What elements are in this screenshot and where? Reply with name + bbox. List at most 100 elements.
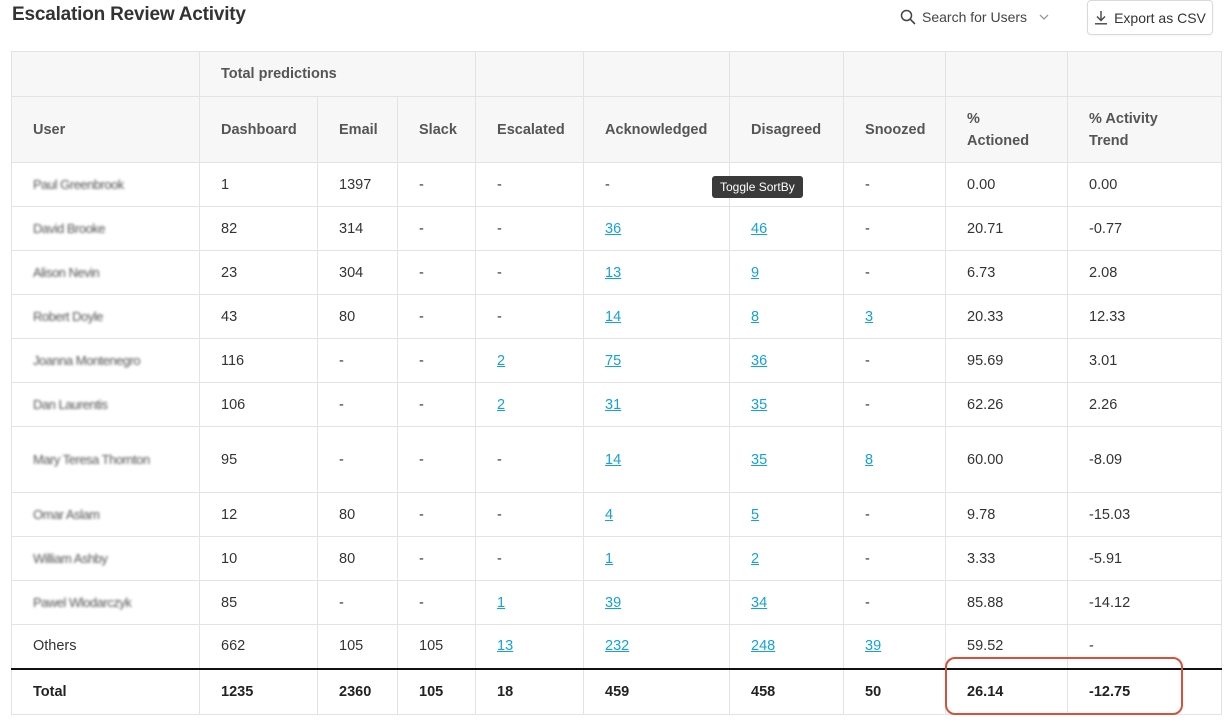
cell-acknowledged: 1 (583, 536, 731, 581)
total-snoozed: 50 (843, 667, 947, 715)
cell-trend: -5.91 (1067, 536, 1223, 581)
acknowledged-count-link[interactable]: 13 (605, 265, 621, 281)
escalated-count-link[interactable]: 13 (497, 638, 513, 654)
user-name: Alison Nevin (33, 264, 100, 280)
escalated-count-link[interactable]: 2 (497, 397, 505, 413)
cell-dashboard: 82 (199, 206, 318, 251)
acknowledged-count-link[interactable]: 14 (605, 309, 621, 325)
disagreed-count-link[interactable]: 5 (751, 507, 759, 523)
cell-email: 80 (317, 294, 398, 339)
user-name: David Brooke (33, 220, 106, 236)
total-trend: -12.75 (1067, 667, 1223, 715)
user-name: Pawel Wlodarczyk (33, 594, 132, 610)
page-title: Escalation Review Activity (12, 4, 246, 25)
cell-snoozed: 3 (843, 294, 947, 339)
cell-dashboard: 106 (199, 382, 318, 427)
disagreed-count-link[interactable]: 36 (751, 353, 767, 369)
col-header-disagreed[interactable]: Disagreed (729, 96, 845, 163)
cell-email: - (317, 580, 398, 625)
total-dashboard: 1235 (199, 667, 318, 715)
cell-escalated: 2 (475, 338, 585, 383)
disagreed-count-link[interactable]: 248 (751, 638, 775, 654)
sort-tooltip: Toggle SortBy (712, 176, 803, 198)
cell-disagreed: 34 (729, 580, 845, 625)
cell-escalated: 1 (475, 580, 585, 625)
cell-email: 1397 (317, 162, 398, 207)
cell-slack: - (396, 206, 477, 251)
cell-user: Dan Laurentis (11, 382, 200, 427)
cell-acknowledged: 14 (583, 426, 731, 493)
table-row: Robert Doyle 43 80- -14 8 3 20.33 12.33 (11, 294, 1223, 339)
cell-escalated: 13 (475, 624, 585, 669)
cell-user: Paul Greenbrook (11, 162, 200, 207)
snoozed-count-link[interactable]: 3 (865, 309, 873, 325)
escalation-table: Total predictions User Dashboard Email S… (11, 51, 1223, 715)
total-email: 2360 (317, 667, 398, 715)
cell-email: - (317, 338, 398, 383)
escalated-count-link[interactable]: 2 (497, 353, 505, 369)
disagreed-count-link[interactable]: 46 (751, 221, 767, 237)
cell-email: 80 (317, 536, 398, 581)
table-row: Omar Aslam 12 80- -4 5-9.78 -15.03 (11, 492, 1223, 537)
cell-trend: -14.12 (1067, 580, 1223, 625)
col-header-activity-trend[interactable]: % Activity Trend (1067, 96, 1223, 163)
user-name: Robert Doyle (33, 308, 103, 324)
cell-actioned: 0.00 (945, 162, 1069, 207)
disagreed-count-link[interactable]: 2 (751, 551, 759, 567)
user-search[interactable]: Search for Users (900, 6, 1055, 28)
acknowledged-count-link[interactable]: 75 (605, 353, 621, 369)
cell-email: 80 (317, 492, 398, 537)
col-header-dashboard[interactable]: Dashboard (199, 96, 318, 163)
acknowledged-count-link[interactable]: 1 (605, 551, 613, 567)
disagreed-count-link[interactable]: 9 (751, 265, 759, 281)
cell-escalated: - (475, 206, 585, 251)
export-csv-button[interactable]: Export as CSV (1087, 0, 1213, 35)
acknowledged-count-link[interactable]: 36 (605, 221, 621, 237)
cell-email: 105 (317, 624, 398, 669)
user-name: Dan Laurentis (33, 396, 108, 412)
cell-disagreed: 46 (729, 206, 845, 251)
acknowledged-count-link[interactable]: 39 (605, 595, 621, 611)
table-row: Dan Laurentis 106- -2 31 35-62.26 2.26 (11, 382, 1223, 427)
col-header-acknowledged[interactable]: Acknowledged (583, 96, 731, 163)
group-header-blank (11, 51, 200, 97)
cell-dashboard: 662 (199, 624, 318, 669)
cell-snoozed: 8 (843, 426, 947, 493)
snoozed-count-link[interactable]: 8 (865, 452, 873, 468)
cell-user: David Brooke (11, 206, 200, 251)
cell-dashboard: 116 (199, 338, 318, 383)
cell-user: Joanna Montenegro (11, 338, 200, 383)
col-header-email[interactable]: Email (317, 96, 398, 163)
escalated-count-link[interactable]: 1 (497, 595, 505, 611)
cell-email: - (317, 382, 398, 427)
col-header-actioned[interactable]: % Actioned (945, 96, 1069, 163)
cell-disagreed: 8 (729, 294, 845, 339)
disagreed-count-link[interactable]: 8 (751, 309, 759, 325)
acknowledged-count-link[interactable]: 31 (605, 397, 621, 413)
acknowledged-count-link[interactable]: 14 (605, 452, 621, 468)
cell-acknowledged: 4 (583, 492, 731, 537)
cell-acknowledged: 75 (583, 338, 731, 383)
cell-slack: - (396, 294, 477, 339)
col-header-slack[interactable]: Slack (396, 96, 477, 163)
cell-acknowledged: 31 (583, 382, 731, 427)
cell-disagreed: 35 (729, 382, 845, 427)
cell-escalated: - (475, 492, 585, 537)
acknowledged-count-link[interactable]: 232 (605, 638, 629, 654)
col-header-snoozed[interactable]: Snoozed (843, 96, 947, 163)
cell-trend: 2.26 (1067, 382, 1223, 427)
disagreed-count-link[interactable]: 34 (751, 595, 767, 611)
snoozed-count-link[interactable]: 39 (865, 638, 881, 654)
table-row: Paul Greenbrook 1 1397- - - -0.00 0.00 (11, 162, 1223, 207)
cell-escalated: - (475, 162, 585, 207)
cell-user: Others (11, 624, 200, 669)
col-header-escalated[interactable]: Escalated (475, 96, 585, 163)
disagreed-count-link[interactable]: 35 (751, 452, 767, 468)
disagreed-count-link[interactable]: 35 (751, 397, 767, 413)
cell-snoozed: - (843, 206, 947, 251)
cell-trend: -8.09 (1067, 426, 1223, 493)
col-header-user[interactable]: User (11, 96, 200, 163)
acknowledged-count-link[interactable]: 4 (605, 507, 613, 523)
cell-trend: 2.08 (1067, 250, 1223, 295)
cell-dashboard: 12 (199, 492, 318, 537)
